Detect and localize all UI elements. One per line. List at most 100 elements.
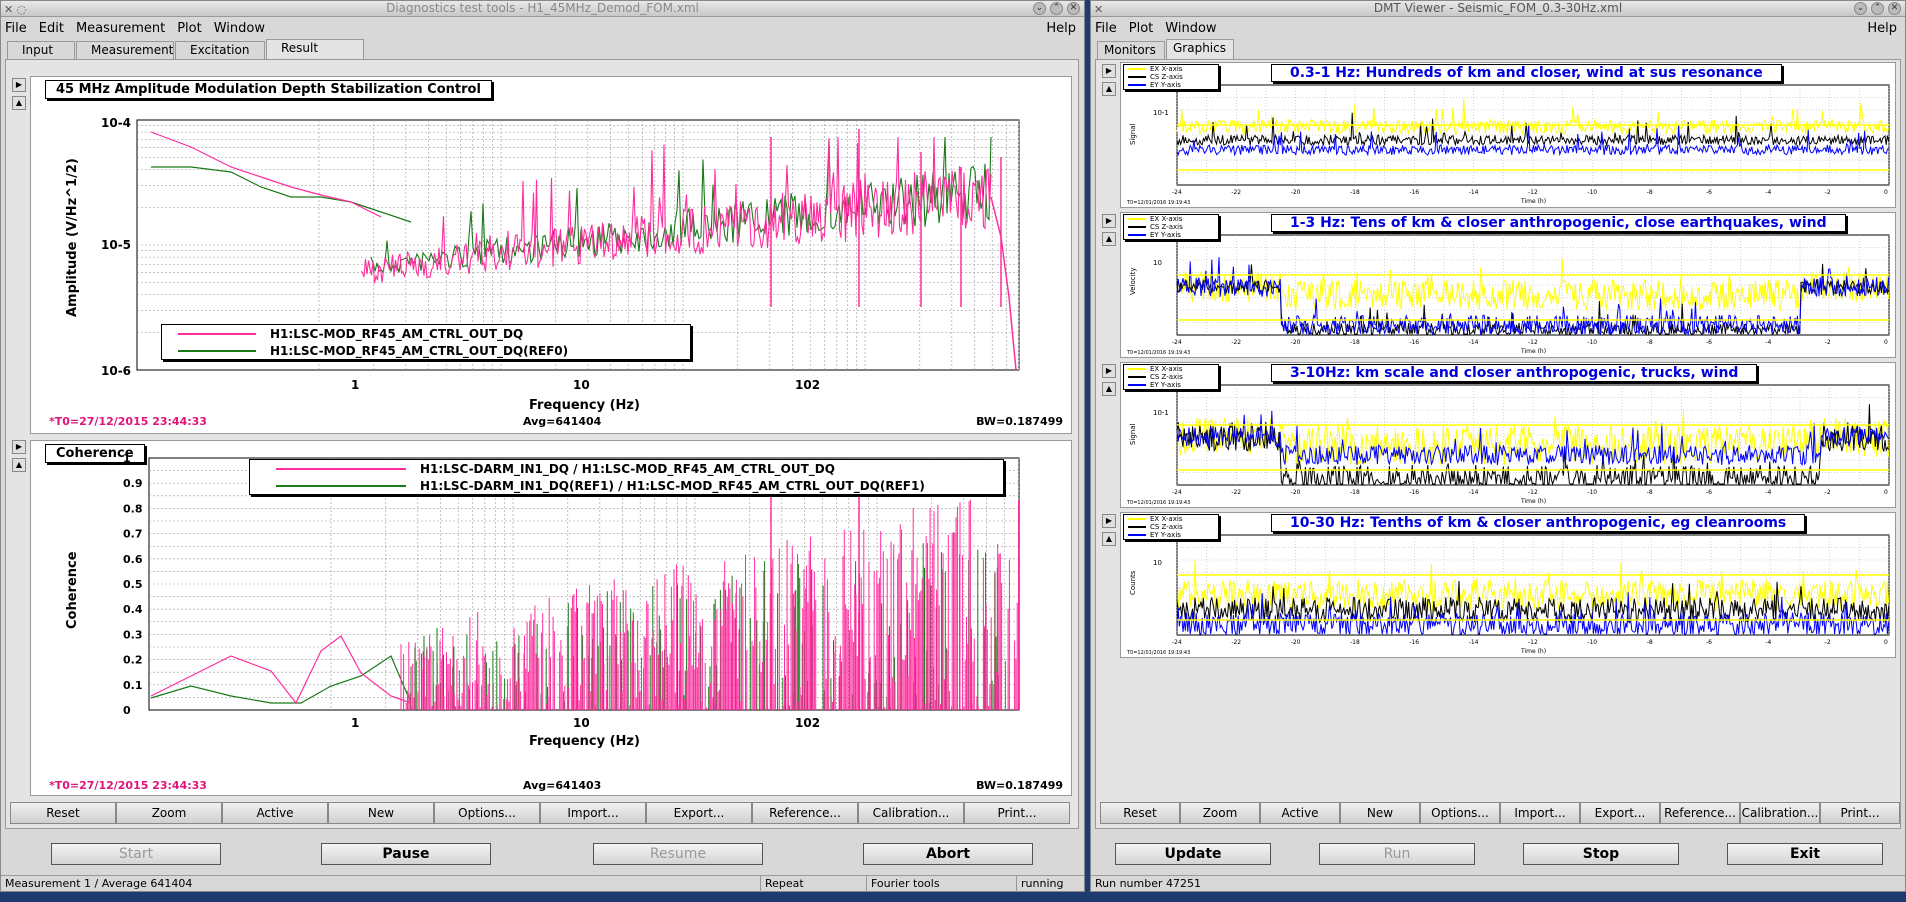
seismic-legend[interactable]: EX X-axis CS Z-axis EY Y-axis — [1123, 514, 1219, 540]
seismic-legend[interactable]: EX X-axis CS Z-axis EY Y-axis — [1123, 64, 1219, 90]
start-button[interactable]: Start — [51, 843, 221, 865]
coherence-legend[interactable]: H1:LSC-DARM_IN1_DQ / H1:LSC-MOD_RF45_AM_… — [249, 459, 1004, 495]
graphics-panel: ▶ ▲ -24 -22 -20 -18 -16 -14 -12 -10 -8 -6 -4 -2 0 Time … — [1095, 59, 1901, 829]
dmt-viewer-window: ✕ DMT Viewer - Seismic_FOM_0.3-30Hz.xml … — [1090, 0, 1906, 892]
coherence-plot-pane[interactable]: Coherence 1 0.9 0.8 0.7 0.6 0.5 0.4 0.3 0.2 0.1 0 … — [30, 440, 1072, 796]
amplitude-plot[interactable]: 10-4 10-5 10-6 1 10 102 Frequency (Hz) A… — [31, 77, 1071, 433]
minimize-icon[interactable]: ⌄ — [1854, 2, 1867, 15]
pane-expand-button[interactable]: ▶ — [12, 440, 26, 454]
pane-expand-button[interactable]: ▶ — [1102, 64, 1116, 78]
menu-file[interactable]: File — [1095, 21, 1117, 36]
xtick-label: 10 — [573, 716, 590, 730]
seismic-plot[interactable]: -24 -22 -20 -18 -16 -14 -12 -10 -8 -6 -4 -2 0Time (h… — [1121, 213, 1895, 357]
tab-monitors[interactable]: Monitors — [1097, 41, 1165, 59]
calibration-button[interactable]: Calibration... — [1740, 802, 1820, 824]
seismic-legend[interactable]: EX X-axis CS Z-axis EY Y-axis — [1123, 214, 1219, 240]
right-titlebar[interactable]: ✕ DMT Viewer - Seismic_FOM_0.3-30Hz.xml … — [1091, 1, 1905, 17]
zoom-button[interactable]: Zoom — [1180, 802, 1260, 824]
update-button[interactable]: Update — [1115, 843, 1271, 865]
reset-button[interactable]: Reset — [10, 802, 116, 824]
active-button[interactable]: Active — [222, 802, 328, 824]
maximize-icon[interactable]: ⌃ — [1050, 2, 1063, 15]
legend-swatch — [1128, 234, 1146, 236]
ytick-label: 10-5 — [101, 238, 131, 252]
coherence-y-ticks: 1 0.9 0.8 0.7 0.6 0.5 0.4 0.3 0.2 0.1 0 — [123, 452, 143, 717]
pane-expand-button[interactable]: ▶ — [1102, 364, 1116, 378]
menu-edit[interactable]: Edit — [39, 21, 64, 36]
amplitude-legend[interactable]: H1:LSC-MOD_RF45_AM_CTRL_OUT_DQ H1:LSC-MO… — [161, 324, 691, 360]
export-button[interactable]: Export... — [1580, 802, 1660, 824]
zoom-button[interactable]: Zoom — [116, 802, 222, 824]
new-button[interactable]: New — [1340, 802, 1420, 824]
pane-collapse-button[interactable]: ▲ — [12, 96, 26, 110]
xtick-label: -6 — [1706, 489, 1712, 496]
menu-help[interactable]: Help — [1867, 21, 1897, 36]
options-button[interactable]: Options... — [434, 802, 540, 824]
xtick-label: -14 — [1469, 339, 1479, 346]
window-icon[interactable]: ✕ — [1094, 2, 1103, 17]
seismic-plot[interactable]: -24 -22 -20 -18 -16 -14 -12 -10 -8 -6 -4 -2 0Time (h… — [1121, 513, 1895, 657]
xtick-label: 1 — [351, 716, 359, 730]
pane-collapse-button[interactable]: ▲ — [1102, 382, 1116, 396]
menu-plot[interactable]: Plot — [177, 21, 202, 36]
close-icon[interactable]: ✕ — [1067, 2, 1080, 15]
menu-window[interactable]: Window — [1165, 21, 1216, 36]
xtick-label: 0 — [1884, 639, 1888, 646]
stop-button[interactable]: Stop — [1523, 843, 1679, 865]
run-button[interactable]: Run — [1319, 843, 1475, 865]
xtick-label: -18 — [1350, 189, 1360, 196]
t0-label: T0=12/01/2016 19:19:43 — [1126, 200, 1190, 206]
menu-help[interactable]: Help — [1046, 21, 1076, 36]
calibration-button[interactable]: Calibration... — [858, 802, 964, 824]
pane-collapse-button[interactable]: ▲ — [1102, 532, 1116, 546]
export-button[interactable]: Export... — [646, 802, 752, 824]
import-button[interactable]: Import... — [1500, 802, 1580, 824]
active-button[interactable]: Active — [1260, 802, 1340, 824]
seismic-plot-pane[interactable]: -24 -22 -20 -18 -16 -14 -12 -10 -8 -6 -4 -2 0 Time (h… — [1120, 62, 1896, 208]
tab-result[interactable]: Result — [266, 39, 364, 59]
left-titlebar[interactable]: ✕ ◌ Diagnostics test tools - H1_45MHz_De… — [1, 1, 1084, 17]
print-button[interactable]: Print... — [1820, 802, 1900, 824]
tab-excitation[interactable]: Excitation — [175, 41, 265, 59]
pause-button[interactable]: Pause — [321, 843, 491, 865]
tab-input[interactable]: Input — [7, 41, 75, 59]
close-icon[interactable]: ✕ — [1888, 2, 1901, 15]
seismic-plot-pane[interactable]: -24 -22 -20 -18 -16 -14 -12 -10 -8 -6 -4 -2 0 Time (h… — [1120, 512, 1896, 658]
pane-collapse-button[interactable]: ▲ — [12, 458, 26, 472]
pane-expand-button[interactable]: ▶ — [12, 78, 26, 92]
options-button[interactable]: Options... — [1420, 802, 1500, 824]
abort-button[interactable]: Abort — [863, 843, 1033, 865]
right-tabs: Monitors Graphics — [1091, 39, 1905, 59]
tab-measurement[interactable]: Measurement — [76, 41, 174, 59]
maximize-icon[interactable]: ⌃ — [1871, 2, 1884, 15]
legend-entry: CS Z-axis — [1124, 73, 1218, 81]
pane-expand-button[interactable]: ▶ — [1102, 214, 1116, 228]
menu-window[interactable]: Window — [214, 21, 265, 36]
menu-plot[interactable]: Plot — [1129, 21, 1154, 36]
new-button[interactable]: New — [328, 802, 434, 824]
reference-button[interactable]: Reference... — [752, 802, 858, 824]
reset-button[interactable]: Reset — [1100, 802, 1180, 824]
seismic-legend[interactable]: EX X-axis CS Z-axis EY Y-axis — [1123, 364, 1219, 390]
amplitude-plot-pane[interactable]: 45 MHz Amplitude Modulation Depth Stabil… — [30, 76, 1072, 434]
reference-button[interactable]: Reference... — [1660, 802, 1740, 824]
import-button[interactable]: Import... — [540, 802, 646, 824]
seismic-plot-pane[interactable]: -24 -22 -20 -18 -16 -14 -12 -10 -8 -6 -4 -2 0 Time (h… — [1120, 212, 1896, 358]
pane-collapse-button[interactable]: ▲ — [1102, 82, 1116, 96]
xtick-label: -14 — [1469, 489, 1479, 496]
t0-label: T0=12/01/2016 19:19:43 — [1126, 650, 1190, 656]
window-icon[interactable]: ✕ ◌ — [4, 2, 26, 17]
xtick-label: -8 — [1647, 489, 1653, 496]
pane-expand-button[interactable]: ▶ — [1102, 514, 1116, 528]
resume-button[interactable]: Resume — [593, 843, 763, 865]
tab-graphics[interactable]: Graphics — [1166, 39, 1234, 59]
exit-button[interactable]: Exit — [1727, 843, 1883, 865]
minimize-icon[interactable]: ⌄ — [1033, 2, 1046, 15]
seismic-plot[interactable]: -24 -22 -20 -18 -16 -14 -12 -10 -8 -6 -4 -2 0Time (h… — [1121, 63, 1895, 207]
print-button[interactable]: Print... — [964, 802, 1070, 824]
pane-collapse-button[interactable]: ▲ — [1102, 232, 1116, 246]
seismic-plot[interactable]: -24 -22 -20 -18 -16 -14 -12 -10 -8 -6 -4 -2 0Time (h… — [1121, 363, 1895, 507]
seismic-plot-pane[interactable]: -24 -22 -20 -18 -16 -14 -12 -10 -8 -6 -4 -2 0 Time (h… — [1120, 362, 1896, 508]
menu-file[interactable]: File — [5, 21, 27, 36]
menu-measurement[interactable]: Measurement — [76, 21, 165, 36]
